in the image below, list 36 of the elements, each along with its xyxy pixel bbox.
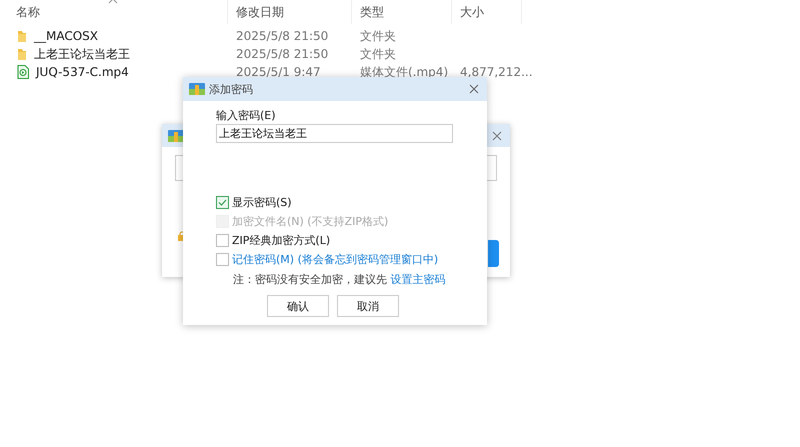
column-header[interactable]: 修改日期 [228,0,352,24]
file-type: 文件夹 [360,28,396,44]
modified-date: 2025/5/1 9:47 [236,65,321,79]
modified-date: 2025/5/8 21:50 [236,29,328,43]
folder-icon [17,48,27,60]
checkbox[interactable] [216,253,229,266]
checkbox-label[interactable]: ZIP经典加密方式(L) [232,233,330,248]
folder-icon [17,30,27,42]
checkbox-link-label[interactable]: 记住密码(M) (将会备忘到密码管理窗口中) [232,252,438,267]
column-header[interactable]: 名称 [0,0,228,24]
confirm-button[interactable]: 确认 [267,295,329,317]
file-type: 文件夹 [360,46,396,62]
file-name[interactable]: 上老王论坛当老王 [34,46,130,62]
checkbox[interactable] [216,234,229,247]
file-type: 媒体文件(.mp4) [360,64,448,80]
checkbox-label[interactable]: 显示密码(S) [232,195,292,210]
file-name[interactable]: __MACOSX [34,29,98,43]
password-field[interactable]: 上老王论坛当老王 [216,124,453,143]
file-name[interactable]: JUQ-537-C.mp4 [36,65,129,79]
primary-button[interactable] [488,240,499,267]
setup-link[interactable]: 设置主密码 [390,273,446,286]
archive-icon [168,128,184,142]
note-text: 注：密码没有安全加密，建议先 设置主密码 [233,272,446,287]
column-header[interactable]: 类型 [352,0,452,24]
dialog-title: 添加密码 [209,82,254,96]
cancel-button[interactable]: 取消 [337,295,399,317]
checkbox[interactable] [216,196,229,209]
column-header[interactable]: 大小 [452,0,522,24]
close-icon[interactable] [492,130,502,140]
field-label: 输入密码(E) [216,108,277,123]
checkbox-label: 加密文件名(N) (不支持ZIP格式) [232,214,388,229]
video-file-icon [17,65,29,79]
close-icon[interactable] [469,84,479,94]
file-size: 4,877,212... [460,65,533,79]
archive-icon [189,82,205,96]
modified-date: 2025/5/8 21:50 [236,47,328,61]
